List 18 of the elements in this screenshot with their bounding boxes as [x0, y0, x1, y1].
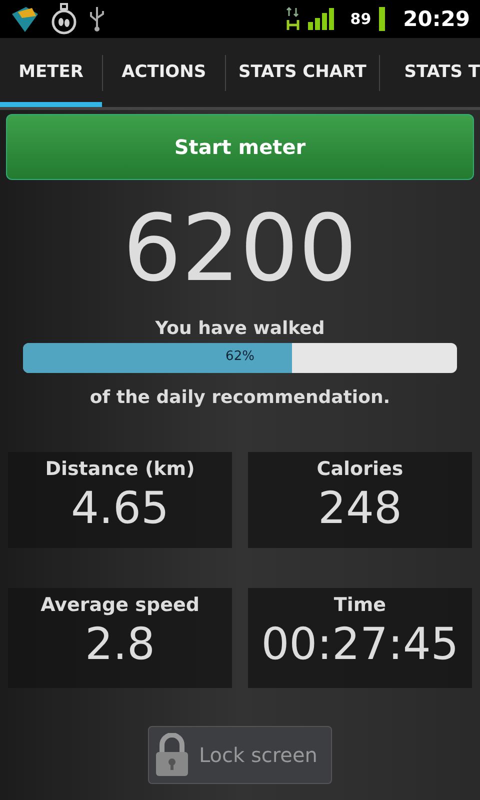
stat-value: 00:27:45: [261, 618, 459, 672]
tab[interactable]: STATS T: [380, 38, 480, 107]
step-count: 6200: [122, 194, 358, 304]
tab[interactable]: STATS CHART: [226, 38, 380, 107]
stat-label: Time: [334, 594, 386, 616]
progress-caption: of the daily recommendation.: [88, 387, 392, 408]
progress-caption: You have walked: [154, 318, 326, 339]
clock: 20:29: [403, 7, 470, 31]
stat-label: Calories: [316, 458, 404, 480]
progress-percent: 62%: [224, 349, 256, 366]
start-meter-button[interactable]: Start meter: [6, 114, 474, 180]
stat-value: 248: [318, 482, 402, 536]
stat-label: Distance (km): [45, 458, 195, 480]
stat-value: 2.8: [85, 618, 155, 672]
stat-value: 4.65: [71, 482, 169, 536]
stat-label: Average speed: [40, 594, 200, 616]
battery-level: 89: [350, 10, 372, 28]
tab[interactable]: ACTIONS: [103, 38, 225, 107]
